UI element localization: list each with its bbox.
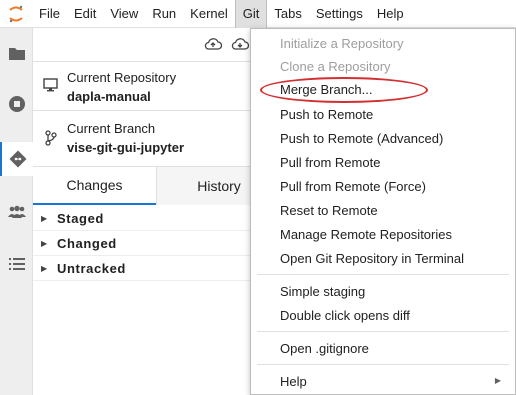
collaborators-button[interactable]: [0, 195, 33, 229]
git-panel-button[interactable]: [0, 142, 34, 176]
branch-name: vise-git-gui-jupyter: [67, 140, 185, 155]
git-icon: [9, 150, 27, 168]
git-menu-dropdown: Initialize a Repository Clone a Reposito…: [250, 28, 516, 395]
repository-name: dapla-manual: [67, 89, 151, 104]
menu-kernel[interactable]: Kernel: [183, 0, 235, 28]
users-icon: [7, 205, 26, 218]
caret-right-icon: ▶: [41, 263, 48, 273]
menu-item-push-to-remote-advanced[interactable]: Push to Remote (Advanced): [251, 126, 515, 150]
branch-icon: [45, 130, 57, 149]
menu-item-manage-remotes[interactable]: Manage Remote Repositories: [251, 222, 515, 246]
menu-item-open-in-terminal[interactable]: Open Git Repository in Terminal: [251, 246, 515, 270]
section-label: Staged: [57, 210, 104, 226]
desktop-icon: [43, 78, 58, 95]
menu-item-reset-to-remote[interactable]: Reset to Remote: [251, 198, 515, 222]
folder-icon: [8, 47, 25, 60]
menu-settings[interactable]: Settings: [309, 0, 370, 28]
tab-changes[interactable]: Changes: [33, 167, 156, 205]
caret-right-icon: ▶: [41, 213, 48, 223]
menu-item-push-to-remote[interactable]: Push to Remote: [251, 102, 515, 126]
menu-item-clone-repository: Clone a Repository: [280, 58, 391, 74]
chevron-right-icon: ▶: [494, 376, 501, 385]
menu-item-double-click-diff[interactable]: Double click opens diff: [251, 303, 515, 327]
list-icon: [8, 258, 25, 270]
menu-item-merge-branch[interactable]: Merge Branch...: [251, 77, 515, 101]
menu-help[interactable]: Help: [370, 0, 411, 28]
file-browser-button[interactable]: [0, 36, 33, 70]
menu-item-open-gitignore[interactable]: Open .gitignore: [251, 336, 515, 360]
menu-separator: [257, 364, 509, 365]
menu-tabs[interactable]: Tabs: [267, 0, 308, 28]
menu-item-help[interactable]: Help ▶: [251, 369, 515, 393]
repository-label: Current Repository: [67, 70, 177, 85]
menu-item-initialize-repository: Initialize a Repository: [280, 35, 404, 51]
table-of-contents-button[interactable]: [0, 247, 33, 281]
cloud-upload-icon[interactable]: [204, 37, 223, 54]
caret-right-icon: ▶: [41, 238, 48, 248]
menu-git[interactable]: Git: [234, 0, 268, 28]
menu-item-pull-from-remote[interactable]: Pull from Remote: [251, 150, 515, 174]
jupyter-logo-icon[interactable]: [0, 0, 32, 28]
branch-label: Current Branch: [67, 121, 156, 136]
menu-item-help-label: Help: [280, 373, 307, 389]
menu-bar: File Edit View Run Kernel Git Tabs Setti…: [0, 0, 516, 28]
menu-separator: [257, 331, 509, 332]
stop-circle-icon: [8, 96, 25, 112]
section-label: Changed: [57, 235, 117, 251]
menu-item-pull-from-remote-force[interactable]: Pull from Remote (Force): [251, 174, 515, 198]
menu-edit[interactable]: Edit: [67, 0, 103, 28]
menu-view[interactable]: View: [103, 0, 145, 28]
menu-run[interactable]: Run: [145, 0, 183, 28]
menu-separator: [257, 274, 509, 275]
menu-file[interactable]: File: [32, 0, 67, 28]
cloud-download-icon[interactable]: [231, 37, 250, 54]
menu-item-simple-staging[interactable]: Simple staging: [251, 279, 515, 303]
running-sessions-button[interactable]: [0, 87, 33, 121]
activity-bar: [0, 28, 34, 395]
section-label: Untracked: [57, 260, 126, 276]
